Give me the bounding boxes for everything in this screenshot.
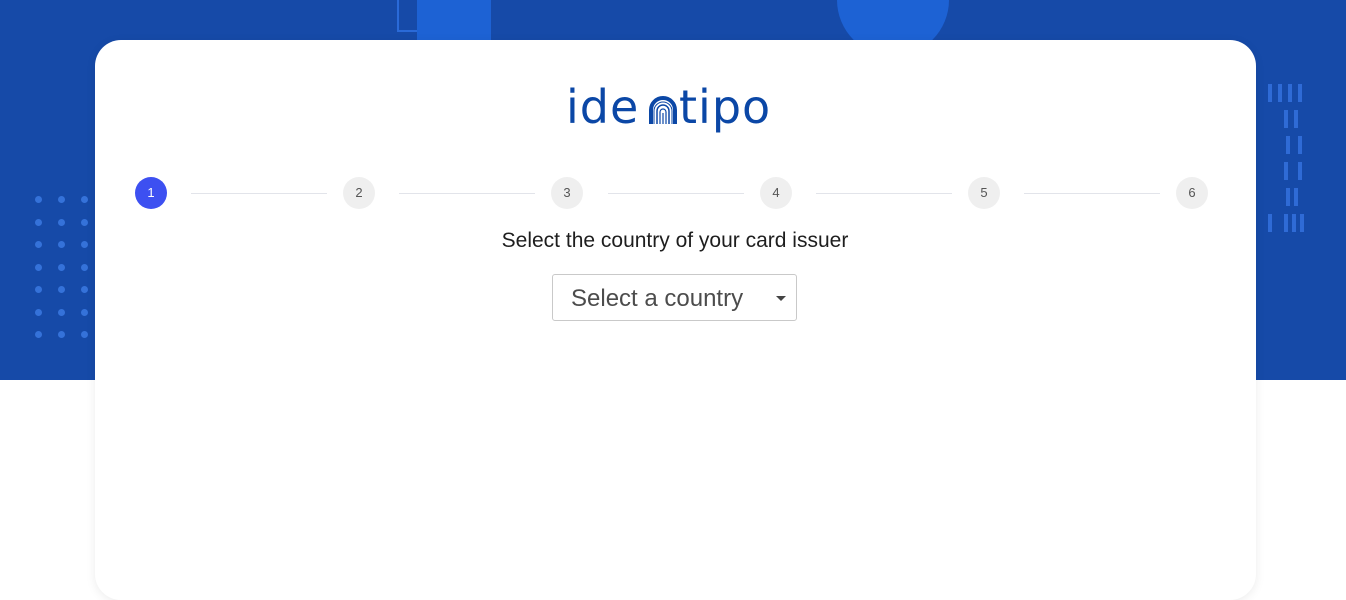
logo-text-part2: tipo [679,82,771,134]
decorative-dot [35,331,42,338]
decorative-bar [1298,136,1302,154]
step-6: 6 [1176,177,1208,209]
progress-stepper: 1 2 3 4 5 6 [135,177,1208,209]
decorative-bar [1286,136,1290,154]
logo-wordmark: ide tipo [566,82,771,134]
decorative-bar [1284,162,1288,180]
logo-text-part1: ide [566,82,639,134]
step-connector [1024,193,1160,194]
fingerprint-icon [649,96,677,124]
step-3: 3 [551,177,583,209]
decorative-dot [58,286,65,293]
step-1: 1 [135,177,167,209]
decorative-dot [81,196,88,203]
country-prompt: Select the country of your card issuer [501,229,849,252]
decorative-dot [35,286,42,293]
decorative-dot [35,263,42,271]
decorative-bar [1294,188,1298,206]
caret-down-icon [776,296,786,301]
step-connector [816,193,952,194]
decorative-dot [58,331,65,338]
decorative-bar [1298,162,1302,180]
decorative-dot [58,218,65,226]
decorative-dot [58,308,65,316]
step-4: 4 [760,177,792,209]
country-select-label: Select a country [571,285,744,312]
identipo-logo: ide tipo [0,82,1346,138]
decorative-dot [58,263,65,271]
step-2: 2 [343,177,375,209]
step-connector [191,193,327,194]
decorative-dot [81,308,88,316]
step-connector [608,193,744,194]
decorative-dot [35,308,42,316]
decorative-dot-grid [35,196,95,346]
step-5: 5 [968,177,1000,209]
decorative-dot [58,196,65,203]
decorative-dot [81,286,88,293]
decorative-dot [81,263,88,271]
decorative-dot [35,196,42,203]
step-connector [399,193,535,194]
country-select[interactable]: Select a country [552,274,797,321]
decorative-bar [1286,188,1290,206]
decorative-dot [81,331,88,338]
decorative-dot [81,218,88,226]
decorative-dot [35,218,42,226]
